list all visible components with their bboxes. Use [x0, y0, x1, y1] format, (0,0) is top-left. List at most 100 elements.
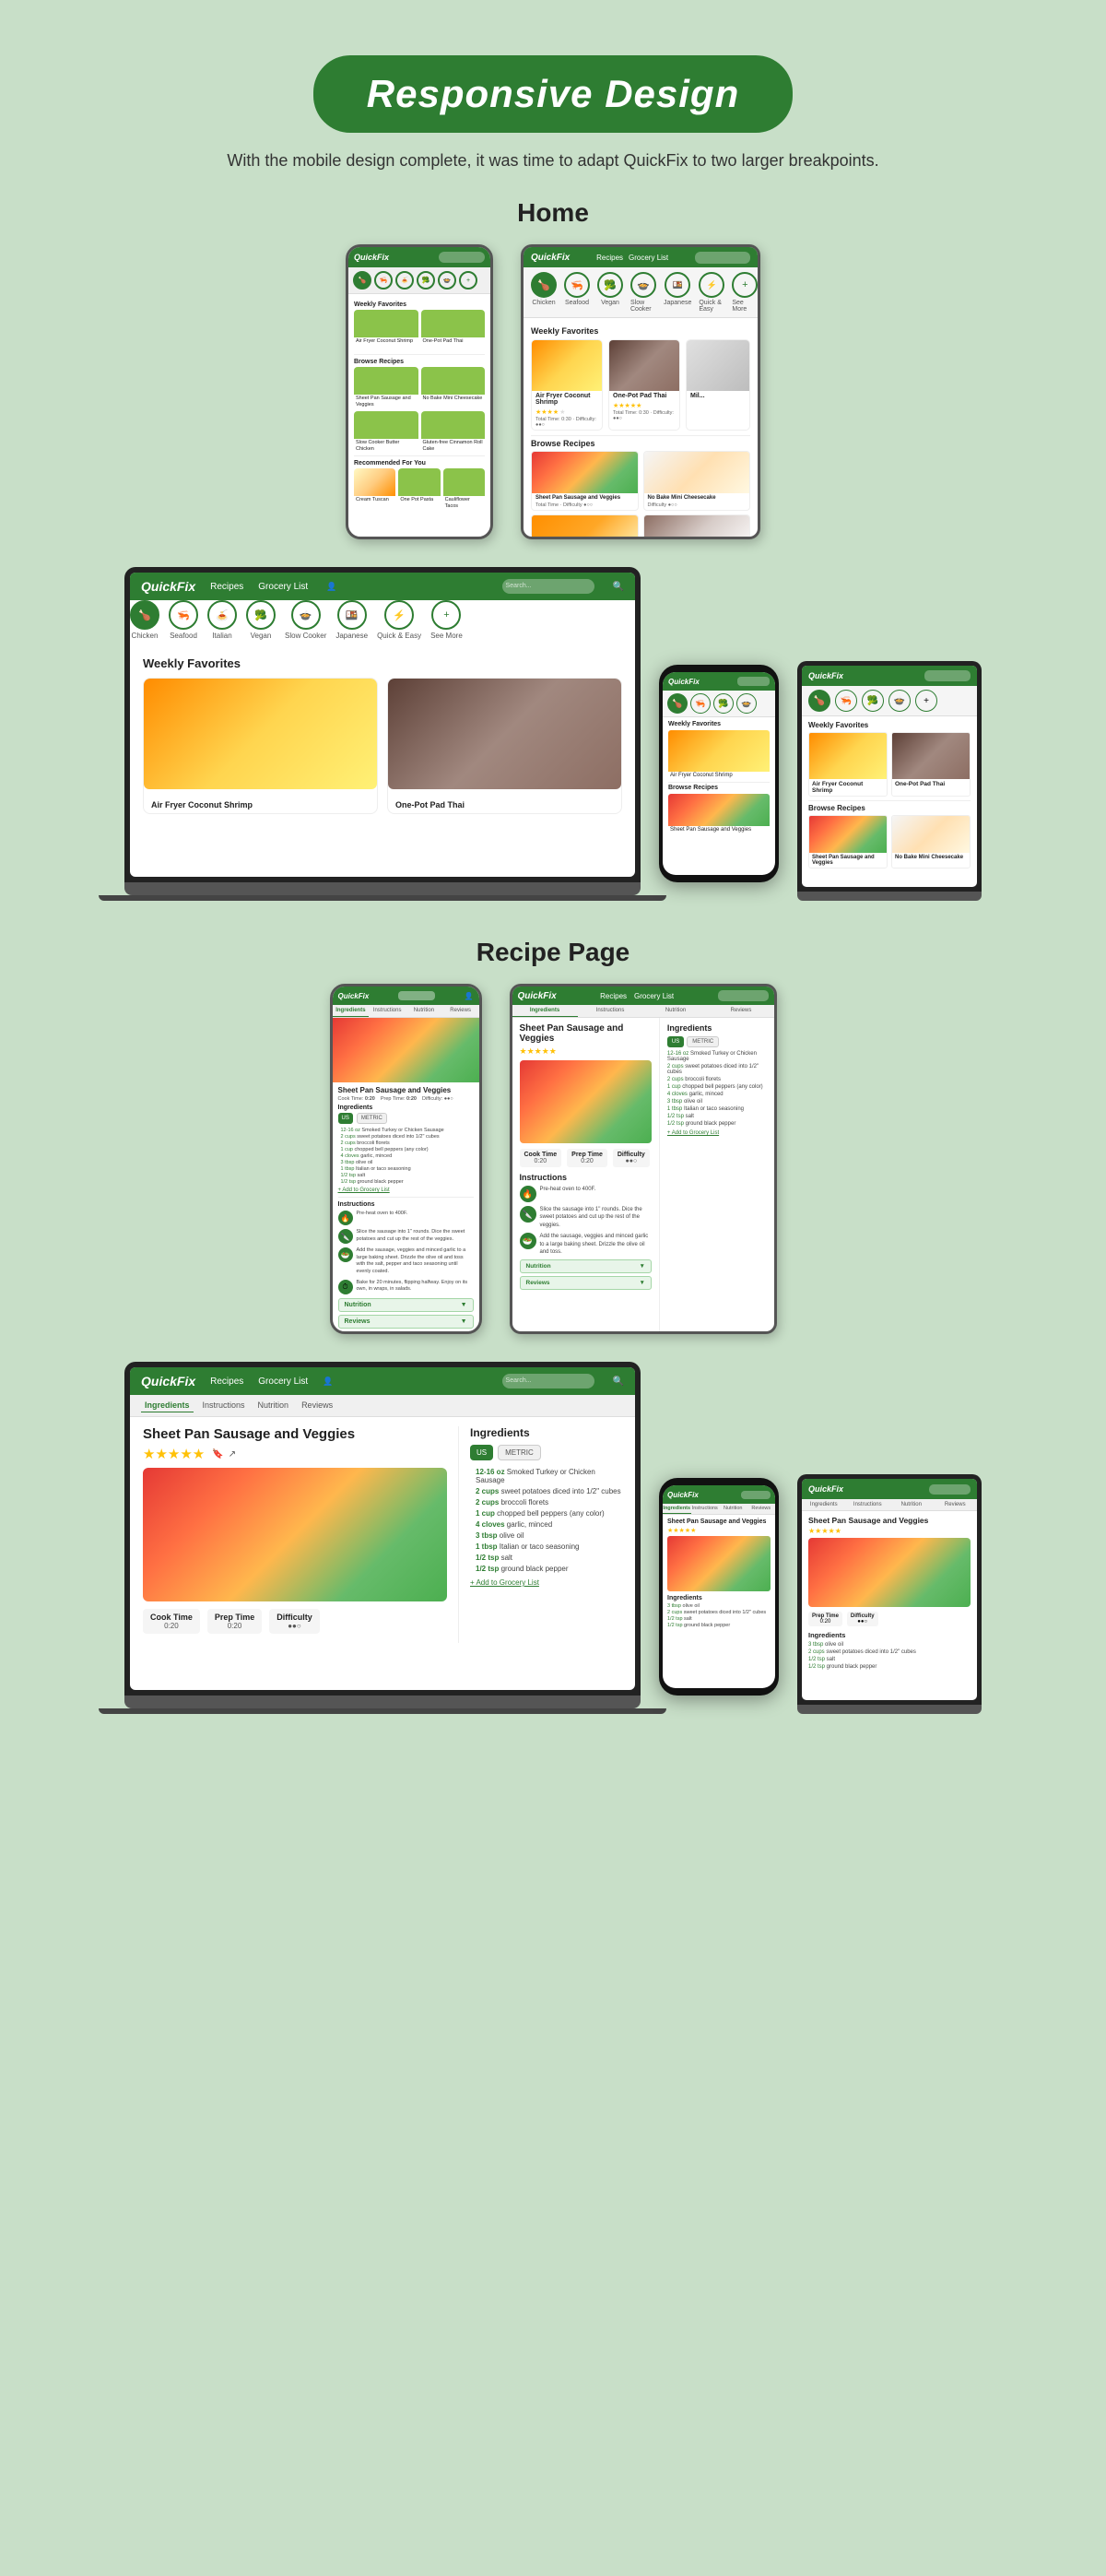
- recipe-laptop-nav-recipes[interactable]: Recipes: [210, 1377, 243, 1387]
- laptop-cat-more[interactable]: + See More: [430, 600, 463, 640]
- recipe-phone-person[interactable]: 👤: [465, 992, 474, 1000]
- padthai-card-tablet[interactable]: One-Pot Pad Thai ★★★★★ Total Time: 0:30 …: [608, 339, 680, 431]
- cheesecake-card-sm[interactable]: No Bake Mini Cheesecake: [421, 367, 486, 408]
- td-cheesecake[interactable]: No Bake Mini Cheesecake: [891, 815, 971, 869]
- padthai-card[interactable]: One-Pot Pad Thai: [421, 310, 486, 351]
- recipe-laptop-nav-grocery[interactable]: Grocery List: [258, 1377, 308, 1387]
- r-add-grocery[interactable]: + Add to Grocery List: [667, 1130, 767, 1136]
- td-sausage[interactable]: Sheet Pan Sausage and Veggies: [808, 815, 888, 869]
- rtab-reviews[interactable]: Reviews: [709, 1005, 774, 1017]
- laptop-search-icon[interactable]: 🔍: [613, 582, 624, 592]
- shrimp-card-tablet[interactable]: Air Fryer Coconut Shrimp ★★★★★ Total Tim…: [531, 339, 603, 431]
- td-cat-vegan[interactable]: 🥦: [862, 690, 884, 712]
- cat-japanese[interactable]: 🍱: [665, 272, 690, 298]
- rl-share-icon[interactable]: ↗: [229, 1449, 236, 1459]
- td-cat-slow[interactable]: 🍲: [888, 690, 911, 712]
- category-icon-slow[interactable]: 🍲: [438, 271, 456, 290]
- tablet-nav-recipes[interactable]: Recipes: [596, 254, 623, 262]
- category-icon-chicken[interactable]: 🍗: [353, 271, 371, 290]
- recipe-tablet-search[interactable]: [718, 990, 769, 1001]
- rt-tab-inst[interactable]: Instructions: [846, 1499, 890, 1510]
- td-cat-chicken[interactable]: 🍗: [808, 690, 830, 712]
- tab-reviews[interactable]: Reviews: [442, 1005, 479, 1017]
- rp-tab-inst[interactable]: Instructions: [691, 1504, 720, 1514]
- us-toggle[interactable]: US: [338, 1113, 353, 1124]
- td-shrimp[interactable]: Air Fryer Coconut Shrimp: [808, 732, 888, 797]
- nutrition-collapsible[interactable]: Nutrition ▼: [338, 1298, 474, 1312]
- rp-device-search[interactable]: [741, 1491, 771, 1499]
- phone-cat-slow[interactable]: 🍲: [736, 693, 757, 714]
- td-cat-seafood[interactable]: 🦐: [835, 690, 857, 712]
- rl-tab-ing[interactable]: Ingredients: [141, 1399, 194, 1412]
- category-icon-italian[interactable]: 🍝: [395, 271, 414, 290]
- laptop-cat-slow[interactable]: 🍲 Slow Cooker: [285, 600, 326, 640]
- rtab-nutrition[interactable]: Nutrition: [643, 1005, 709, 1017]
- laptop-shrimp-card[interactable]: Air Fryer Coconut Shrimp: [143, 678, 378, 814]
- rp-tab-ing[interactable]: Ingredients: [663, 1504, 691, 1514]
- laptop-cat-japanese[interactable]: 🍱 Japanese: [335, 600, 368, 640]
- nutrition-bar-tablet[interactable]: Nutrition ▼: [520, 1259, 652, 1273]
- rtab-instructions[interactable]: Instructions: [578, 1005, 643, 1017]
- laptop-padthai-card[interactable]: One-Pot Pad Thai: [387, 678, 622, 814]
- cheesecake-card-tablet[interactable]: No Bake Mini Cheesecake Difficulty ●○○: [643, 451, 751, 511]
- cat-more[interactable]: +: [732, 272, 758, 298]
- rt-tab-nutr[interactable]: Nutrition: [889, 1499, 934, 1510]
- reviews-bar-tablet[interactable]: Reviews ▼: [520, 1276, 652, 1290]
- rp-tab-nutr[interactable]: Nutrition: [719, 1504, 747, 1514]
- sausage-card-tablet[interactable]: Sheet Pan Sausage and Veggies Total Time…: [531, 451, 639, 511]
- tablet-nav-grocery[interactable]: Grocery List: [629, 254, 668, 262]
- laptop-nav-recipes[interactable]: Recipes: [210, 582, 243, 592]
- laptop-cat-chicken[interactable]: 🍗 Chicken: [130, 600, 159, 640]
- laptop-cat-vegan[interactable]: 🥦 Vegan: [246, 600, 276, 640]
- phone-cat-vegan[interactable]: 🥦: [713, 693, 734, 714]
- r-us-btn[interactable]: US: [667, 1036, 684, 1047]
- phone-cat-chicken[interactable]: 🍗: [667, 693, 688, 714]
- td-cat-more[interactable]: +: [915, 690, 937, 712]
- rt-tab-ing[interactable]: Ingredients: [802, 1499, 846, 1510]
- rl-tab-nutr[interactable]: Nutrition: [254, 1399, 293, 1412]
- rl-tab-rev[interactable]: Reviews: [298, 1399, 336, 1412]
- category-icon-seafood[interactable]: 🦐: [374, 271, 393, 290]
- category-icon-vegan[interactable]: 🥦: [417, 271, 435, 290]
- chicken-card-sm[interactable]: Slow Cooker Butter Chicken: [354, 411, 418, 453]
- rec-card-2[interactable]: One Pot Pasta: [398, 468, 440, 510]
- add-to-grocery[interactable]: + Add to Grocery List: [338, 1188, 474, 1193]
- shrimp-card[interactable]: Air Fryer Coconut Shrimp: [354, 310, 418, 351]
- tablet-search[interactable]: [695, 252, 750, 264]
- extra-card-tablet[interactable]: Mil...: [686, 339, 750, 431]
- rl-add-grocery[interactable]: + Add to Grocery List: [470, 1578, 622, 1587]
- r-metric-btn[interactable]: METRIC: [687, 1036, 719, 1047]
- recipe-laptop-person[interactable]: 👤: [323, 1377, 333, 1387]
- rl-tab-inst[interactable]: Instructions: [199, 1399, 249, 1412]
- rtab-ingredients[interactable]: Ingredients: [512, 1005, 578, 1017]
- recipe-tablet-nav-recipes[interactable]: Recipes: [600, 992, 627, 1000]
- phone-sausage-card[interactable]: Sheet Pan Sausage and Veggies: [668, 794, 770, 833]
- rl-metric-btn[interactable]: METRIC: [498, 1445, 541, 1460]
- rec-card-3[interactable]: Cauliflower Tacos: [443, 468, 485, 510]
- metric-toggle[interactable]: METRIC: [357, 1113, 387, 1124]
- tab-nutrition[interactable]: Nutrition: [406, 1005, 442, 1017]
- phone-device-search[interactable]: [737, 677, 770, 686]
- cat-vegan[interactable]: 🥦: [597, 272, 623, 298]
- tablet-device-search[interactable]: [924, 670, 971, 681]
- cinnamon-card-tablet[interactable]: Gluten-free Cinnamon Roll Cake Difficult…: [643, 514, 751, 539]
- recipe-tablet-nav-grocery[interactable]: Grocery List: [634, 992, 674, 1000]
- chicken-card-tablet[interactable]: Slow Cooker Butter Chicken Total Time · …: [531, 514, 639, 539]
- rl-us-btn[interactable]: US: [470, 1445, 493, 1460]
- cat-slowcooker[interactable]: 🍲: [630, 272, 656, 298]
- laptop-cat-quick[interactable]: ⚡ Quick & Easy: [377, 600, 421, 640]
- category-icon-more[interactable]: +: [459, 271, 477, 290]
- laptop-nav-grocery[interactable]: Grocery List: [258, 582, 308, 592]
- cat-quick[interactable]: ⚡: [699, 272, 724, 298]
- laptop-cat-italian[interactable]: 🍝 Italian: [207, 600, 237, 640]
- rl-bookmark-icon[interactable]: 🔖: [212, 1449, 223, 1459]
- tab-ingredients[interactable]: Ingredients: [333, 1005, 370, 1017]
- rt-tab-rev[interactable]: Reviews: [934, 1499, 978, 1510]
- cinnamon-card-sm[interactable]: Gluten-free Cinnamon Roll Cake: [421, 411, 486, 453]
- rp-tab-rev[interactable]: Reviews: [747, 1504, 776, 1514]
- rt-device-search[interactable]: [929, 1484, 971, 1495]
- cat-chicken[interactable]: 🍗: [531, 272, 557, 298]
- phone-cat-seafood[interactable]: 🦐: [690, 693, 711, 714]
- recipe-laptop-search[interactable]: Search...: [502, 1374, 594, 1388]
- laptop-search-box[interactable]: Search...: [502, 579, 594, 594]
